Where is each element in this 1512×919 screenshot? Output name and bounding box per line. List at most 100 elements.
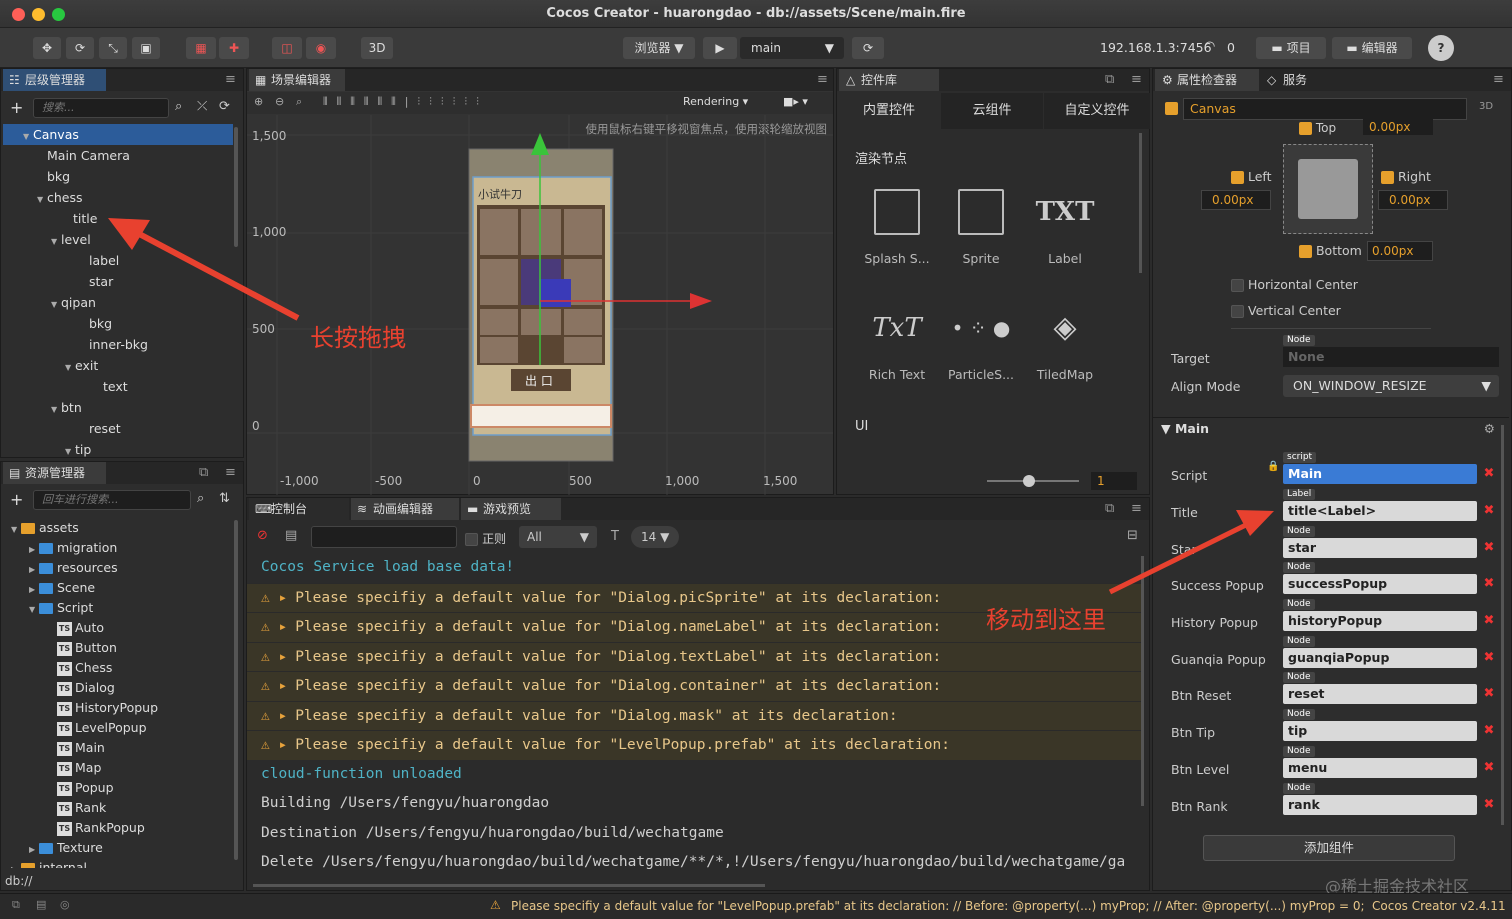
rendering-select[interactable]: Rendering ▾ bbox=[683, 95, 748, 108]
asset-item[interactable]: TS Button bbox=[11, 638, 233, 658]
help-button[interactable]: ? bbox=[1428, 35, 1454, 61]
prop-value-field[interactable]: successPopup bbox=[1283, 574, 1477, 594]
clear-icon[interactable]: ✖ bbox=[1479, 611, 1499, 631]
node-active-checkbox[interactable] bbox=[1165, 101, 1178, 116]
zoom-slider-handle[interactable] bbox=[1023, 475, 1035, 487]
prop-value-field[interactable]: star bbox=[1283, 538, 1477, 558]
hierarchy-scrollbar[interactable] bbox=[234, 127, 238, 247]
eye-icon[interactable]: ◎ bbox=[60, 898, 70, 911]
tab-hierarchy[interactable]: ☷ 层级管理器 bbox=[3, 69, 106, 91]
tab-assets[interactable]: ▤ 资源管理器 bbox=[3, 462, 106, 484]
node-name-input[interactable]: Canvas bbox=[1183, 98, 1467, 120]
expand-triangle-icon[interactable]: ▼ bbox=[65, 357, 75, 378]
play-button[interactable]: ▶ bbox=[703, 37, 737, 59]
hierarchy-node[interactable]: reset bbox=[3, 418, 233, 439]
asset-item[interactable]: ▶ Texture bbox=[11, 838, 233, 858]
hierarchy-node[interactable]: bkg bbox=[3, 313, 233, 334]
inspector-scrollbar[interactable] bbox=[1501, 425, 1504, 825]
tab-custom[interactable]: 自定义控件 bbox=[1044, 93, 1150, 129]
collapse-console-icon[interactable]: ⊟ bbox=[1127, 528, 1138, 543]
hierarchy-node[interactable]: ▼ level bbox=[3, 229, 233, 250]
hierarchy-search-input[interactable]: 搜索... bbox=[33, 98, 169, 118]
popout-icon[interactable]: ⧉ bbox=[1105, 501, 1114, 516]
search-icon[interactable]: ⌕ bbox=[197, 491, 204, 506]
panel-menu-icon[interactable]: ≡ bbox=[1131, 72, 1142, 87]
widget-right-checkbox[interactable]: Right bbox=[1381, 169, 1431, 184]
scale-tool-button[interactable]: ⤡ bbox=[99, 37, 127, 59]
widget-label[interactable]: TXT Label bbox=[1030, 189, 1100, 266]
clear-console-icon[interactable]: ⊘ bbox=[257, 528, 268, 543]
left-offset-input[interactable]: 0.00px bbox=[1201, 190, 1271, 210]
asset-item[interactable]: TS Map bbox=[11, 758, 233, 778]
right-offset-input[interactable]: 0.00px bbox=[1378, 190, 1448, 210]
clear-icon[interactable]: ✖ bbox=[1479, 538, 1499, 558]
widget-left-checkbox[interactable]: Left bbox=[1231, 169, 1272, 184]
hierarchy-node[interactable]: ▼ exit bbox=[3, 355, 233, 376]
clear-icon[interactable]: ✖ bbox=[1479, 574, 1499, 594]
zoom-in-icon[interactable]: ⊕ bbox=[254, 95, 263, 108]
popout-icon[interactable]: ⧉ bbox=[1105, 72, 1114, 87]
prop-value-field[interactable]: title<Label> bbox=[1283, 501, 1477, 521]
vertical-center-checkbox[interactable]: Vertical Center bbox=[1231, 303, 1341, 318]
zoom-value-input[interactable]: 1 bbox=[1091, 472, 1137, 490]
hierarchy-node[interactable]: bkg bbox=[3, 166, 233, 187]
assets-search-input[interactable]: 回车进行搜索... bbox=[33, 490, 191, 510]
move-tool-button[interactable]: ✥ bbox=[33, 37, 61, 59]
asset-item[interactable]: TS LevelPopup bbox=[11, 718, 233, 738]
rect-tool-button[interactable]: ▣ bbox=[132, 37, 160, 59]
widget-sprite[interactable]: Sprite bbox=[946, 189, 1016, 266]
preview-ip[interactable]: 192.168.1.3:7456 bbox=[1100, 40, 1212, 55]
expand-triangle-icon[interactable]: ▼ bbox=[51, 231, 61, 252]
hierarchy-node[interactable]: Main Camera bbox=[3, 145, 233, 166]
console-line[interactable]: ⚠ ▸ Please specifiy a default value for "… bbox=[247, 641, 1141, 671]
prop-value-field[interactable]: reset bbox=[1283, 684, 1477, 704]
tab-services[interactable]: ◇ 服务 bbox=[1261, 69, 1341, 91]
hierarchy-node[interactable]: ▼ qipan bbox=[3, 292, 233, 313]
console-line[interactable]: Delete /Users/fengyu/huarongdao/build/we… bbox=[247, 848, 1141, 878]
prop-value-field[interactable]: guanqiaPopup bbox=[1283, 648, 1477, 668]
panel-menu-icon[interactable]: ≡ bbox=[225, 465, 236, 480]
clear-icon[interactable]: ✖ bbox=[1479, 501, 1499, 521]
grid-button[interactable]: ◉ bbox=[306, 37, 336, 59]
clear-icon[interactable]: ✖ bbox=[1479, 464, 1499, 484]
search-icon[interactable]: ⌕ bbox=[175, 99, 182, 114]
clear-icon[interactable]: ✖ bbox=[1479, 795, 1499, 815]
console-line[interactable]: Destination /Users/fengyu/huarongdao/bui… bbox=[247, 819, 1141, 849]
console-hscrollbar[interactable] bbox=[253, 884, 765, 887]
asset-item[interactable]: ▼ Script bbox=[11, 598, 233, 618]
prop-value-field[interactable]: tip bbox=[1283, 721, 1477, 741]
asset-item[interactable]: ▶ resources bbox=[11, 558, 233, 578]
add-asset-button[interactable]: + bbox=[10, 490, 23, 509]
rotate-tool-button[interactable]: ⟳ bbox=[66, 37, 94, 59]
align-mode-select[interactable]: ON_WINDOW_RESIZE ▼ bbox=[1283, 375, 1499, 397]
db-icon[interactable]: ▤ bbox=[36, 898, 46, 911]
main-component-header[interactable]: ▼ Main ⚙ bbox=[1153, 417, 1509, 439]
asset-item[interactable]: TS Main bbox=[11, 738, 233, 758]
zoom-slider[interactable] bbox=[987, 475, 1079, 487]
widget-particle-system[interactable]: • ⁘ ● ParticleS... bbox=[946, 305, 1016, 382]
asset-item[interactable]: TS Chess bbox=[11, 658, 233, 678]
snap-button[interactable]: ◫ bbox=[272, 37, 302, 59]
expand-triangle-icon[interactable]: ▶ bbox=[29, 560, 39, 580]
tab-inspector[interactable]: ⚙ 属性检查器 bbox=[1155, 69, 1259, 91]
prop-value-field[interactable]: Main bbox=[1283, 464, 1477, 484]
editor-button[interactable]: ▬ 编辑器 bbox=[1332, 37, 1412, 59]
align-tools[interactable]: ⫴⫴⫴⫴⫴⫴|⫶⫶⫶⫶⫶⫶ bbox=[323, 95, 488, 109]
local-global-button[interactable]: ✚ bbox=[219, 37, 249, 59]
target-field[interactable]: None bbox=[1283, 347, 1499, 367]
console-line[interactable]: ⚠ ▸ Please specifiy a default value for "… bbox=[247, 730, 1141, 760]
console-line[interactable]: Building /Users/fengyu/huarongdao bbox=[247, 789, 1141, 819]
console-filter-input[interactable] bbox=[311, 526, 457, 548]
clear-icon[interactable]: ✖ bbox=[1479, 648, 1499, 668]
hierarchy-node[interactable]: text bbox=[3, 376, 233, 397]
asset-item[interactable]: TS Dialog bbox=[11, 678, 233, 698]
scene-canvas[interactable] bbox=[247, 115, 833, 495]
tab-console[interactable]: ⌨ 控制台 bbox=[249, 498, 349, 520]
tab-game-preview[interactable]: ▬ 游戏预览 bbox=[461, 498, 561, 520]
tab-scene[interactable]: ▦ 场景编辑器 bbox=[249, 69, 345, 91]
panel-menu-icon[interactable]: ≡ bbox=[1131, 501, 1142, 516]
expand-triangle-icon[interactable]: ▶ bbox=[29, 540, 39, 560]
panel-menu-icon[interactable]: ≡ bbox=[225, 72, 236, 87]
bottom-offset-input[interactable]: 0.00px bbox=[1367, 241, 1433, 261]
hierarchy-node[interactable]: inner-bkg bbox=[3, 334, 233, 355]
